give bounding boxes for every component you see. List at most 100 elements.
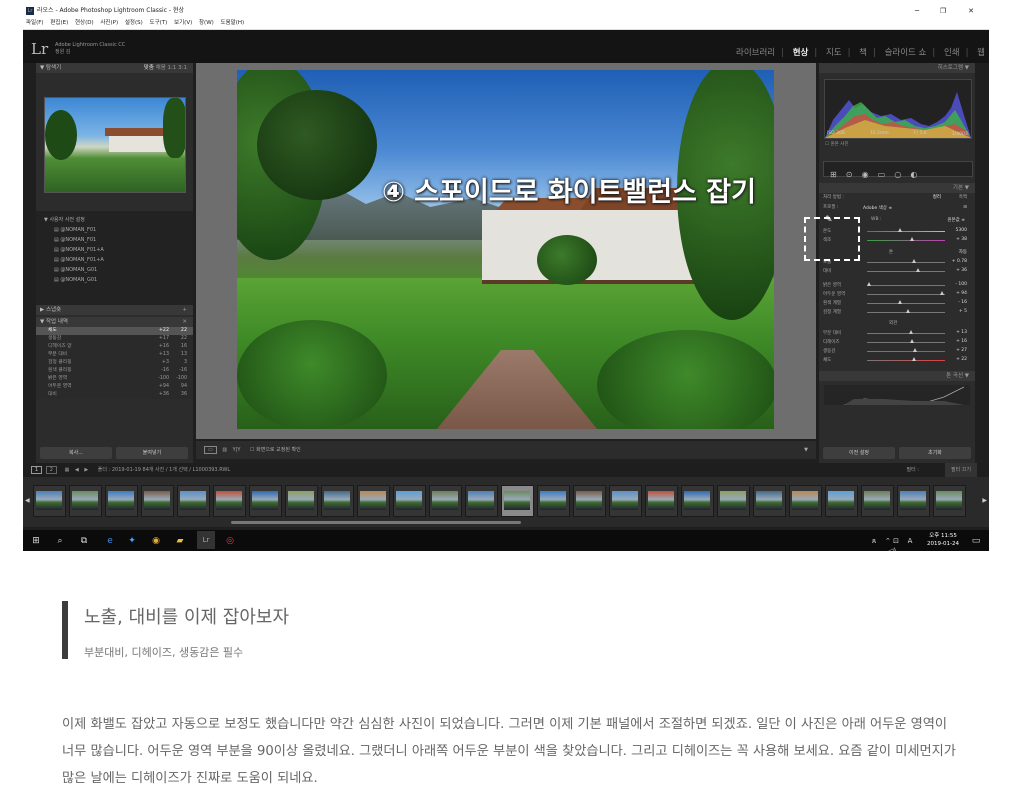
filmstrip-scrollbar[interactable]: [231, 521, 521, 524]
histogram[interactable]: ISO 200 10.5mm f / 5.6 1/400초: [824, 79, 972, 139]
original-photo-checkbox[interactable]: ☐ 원본 사진: [825, 141, 975, 147]
filmstrip-thumbnail[interactable]: [141, 485, 174, 517]
filmstrip-thumbnail[interactable]: [537, 485, 570, 517]
second-window-icon[interactable]: 2: [45, 466, 57, 474]
snapshots-header[interactable]: ▶ 스냅숏 +: [36, 305, 193, 315]
loupe-view-icon[interactable]: ▭: [204, 446, 217, 454]
tone-curve-preview[interactable]: [824, 385, 970, 405]
treatment-color[interactable]: 컬러: [933, 194, 941, 200]
module-web[interactable]: 웹: [977, 48, 985, 58]
menu-help[interactable]: 도움말(H): [221, 20, 245, 26]
filmstrip-thumbnail[interactable]: [177, 485, 210, 517]
copy-button[interactable]: 복사...: [40, 447, 112, 459]
filmstrip-thumbnail[interactable]: [753, 485, 786, 517]
slider-shadows[interactable]: 어두운 영역 + 94: [819, 290, 975, 299]
history-row[interactable]: 흰색 클리핑 -16 -16: [36, 367, 193, 375]
start-icon[interactable]: ⊞: [31, 536, 41, 546]
grid-view-icon[interactable]: ▦: [65, 467, 70, 473]
history-row[interactable]: 대비 +36 36: [36, 391, 193, 399]
filter-dropdown[interactable]: 필터 끄기: [945, 463, 977, 477]
people-icon[interactable]: ጸ: [869, 536, 879, 546]
system-clock[interactable]: 오후 11:55 2019-01-24: [927, 532, 959, 548]
menu-tools[interactable]: 도구(T): [150, 20, 168, 26]
filmstrip-thumbnail[interactable]: [105, 485, 138, 517]
edge-icon[interactable]: e: [105, 536, 115, 546]
zoom-1-1[interactable]: 1:1: [168, 65, 177, 71]
photo-canvas[interactable]: ④ 스포이드로 화이트밸런스 잡기: [196, 63, 816, 439]
zoom-fit[interactable]: 맞춤: [144, 65, 154, 71]
twitter-icon[interactable]: ✦: [127, 536, 137, 546]
navigator-preview[interactable]: [44, 97, 186, 193]
preset-item[interactable]: ▤ @NOMAN_F01: [44, 235, 193, 245]
module-library[interactable]: 라이브러리: [736, 48, 775, 58]
ime-indicator[interactable]: A: [905, 536, 915, 546]
module-map[interactable]: 지도: [826, 48, 842, 58]
menu-file[interactable]: 파일(F): [26, 20, 44, 26]
menu-view[interactable]: 보기(V): [174, 20, 192, 26]
zoom-fill[interactable]: 채움: [156, 65, 166, 71]
filmstrip-right-arrow-icon[interactable]: ▶: [982, 497, 987, 504]
toolbar-menu-icon[interactable]: ▼: [804, 441, 808, 459]
main-photo[interactable]: ④ 스포이드로 화이트밸런스 잡기: [237, 70, 774, 429]
history-row[interactable]: 생동감 +17 22: [36, 335, 193, 343]
filmstrip-thumbnail[interactable]: [465, 485, 498, 517]
next-arrow-icon[interactable]: ▶: [84, 467, 88, 473]
history-row[interactable]: 부분 대비 +13 13: [36, 351, 193, 359]
previous-button[interactable]: 이전 설정: [823, 447, 895, 459]
filmstrip-thumbnail[interactable]: [717, 485, 750, 517]
filmstrip-thumbnail[interactable]: [573, 485, 606, 517]
history-row[interactable]: 어두운 영역 +94 94: [36, 383, 193, 391]
slider-clarity[interactable]: 부분 대비 + 13: [819, 329, 975, 338]
crop-icon[interactable]: ⊞: [830, 170, 837, 179]
menu-develop[interactable]: 현상(D): [75, 20, 94, 26]
filmstrip-thumbnail[interactable]: [69, 485, 102, 517]
module-book[interactable]: 책: [859, 48, 867, 58]
user-presets-folder[interactable]: ▼ 사용자 사전 설정: [44, 215, 193, 225]
preset-item[interactable]: ▤ @NOMAN_G01: [44, 265, 193, 275]
filmstrip-thumbnail[interactable]: [321, 485, 354, 517]
menu-edit[interactable]: 편집(E): [50, 20, 68, 26]
history-header[interactable]: ▼ 작업 내역 ✕: [36, 317, 193, 327]
histogram-header[interactable]: 히스토그램 ▼: [819, 63, 975, 73]
search-icon[interactable]: ⌕: [55, 536, 65, 546]
module-develop[interactable]: 현상: [793, 48, 809, 58]
history-row[interactable]: 채도 +22 22: [36, 327, 193, 335]
history-row[interactable]: 검정 클리핑 +3 3: [36, 359, 193, 367]
slider-blacks[interactable]: 검정 계열 + 5: [819, 308, 975, 317]
menu-photo[interactable]: 사진(P): [100, 20, 118, 26]
compare-view-icon[interactable]: ▥: [222, 447, 227, 453]
wb-dropdown[interactable]: 원본값 ≑: [947, 217, 965, 223]
notification-icon[interactable]: ▭: [971, 536, 981, 546]
menu-window[interactable]: 창(W): [199, 20, 214, 26]
auto-button[interactable]: 자동: [959, 249, 967, 255]
module-slideshow[interactable]: 슬라이드 쇼: [885, 48, 927, 58]
close-button[interactable]: ✕: [961, 5, 981, 17]
profile-dropdown[interactable]: Adobe 색상 ≑: [863, 205, 892, 211]
soft-proof-checkbox[interactable]: ☐: [250, 447, 254, 453]
prev-arrow-icon[interactable]: ◀: [75, 467, 79, 473]
filmstrip-thumbnail[interactable]: [429, 485, 462, 517]
profile-browser-icon[interactable]: ⊞: [963, 205, 967, 210]
filmstrip-thumbnail[interactable]: [33, 485, 66, 517]
graduated-filter-icon[interactable]: ▭: [878, 170, 886, 179]
paste-button[interactable]: 붙여넣기: [116, 447, 188, 459]
filmstrip-thumbnail[interactable]: [825, 485, 858, 517]
task-view-icon[interactable]: ⧉: [79, 536, 89, 546]
navigator-header[interactable]: ▼ 탐색기 맞춤 채움 1:1 3:1: [36, 63, 193, 73]
preset-item[interactable]: ▤ @NOMAN_F01+A: [44, 245, 193, 255]
filmstrip-thumbnail[interactable]: [933, 485, 966, 517]
filmstrip-thumbnail[interactable]: [393, 485, 426, 517]
filmstrip-thumbnail[interactable]: [357, 485, 390, 517]
add-icon[interactable]: +: [182, 305, 187, 315]
treatment-bw[interactable]: 흑백: [959, 194, 967, 200]
slider-contrast[interactable]: 대비 + 36: [819, 267, 975, 276]
slider-highlights[interactable]: 밝은 영역 - 100: [819, 281, 975, 290]
slider-dehaze[interactable]: 디헤이즈 + 16: [819, 338, 975, 347]
preset-item[interactable]: ▤ @NOMAN_F01+A: [44, 255, 193, 265]
filmstrip-thumbnail[interactable]: [285, 485, 318, 517]
history-row[interactable]: 밝은 영역 -100 -100: [36, 375, 193, 383]
filmstrip-thumbnail[interactable]: [501, 485, 534, 517]
adjustment-brush-icon[interactable]: ◐: [910, 170, 917, 179]
radial-filter-icon[interactable]: ○: [894, 170, 901, 179]
slider-saturation[interactable]: 채도 + 22: [819, 356, 975, 365]
